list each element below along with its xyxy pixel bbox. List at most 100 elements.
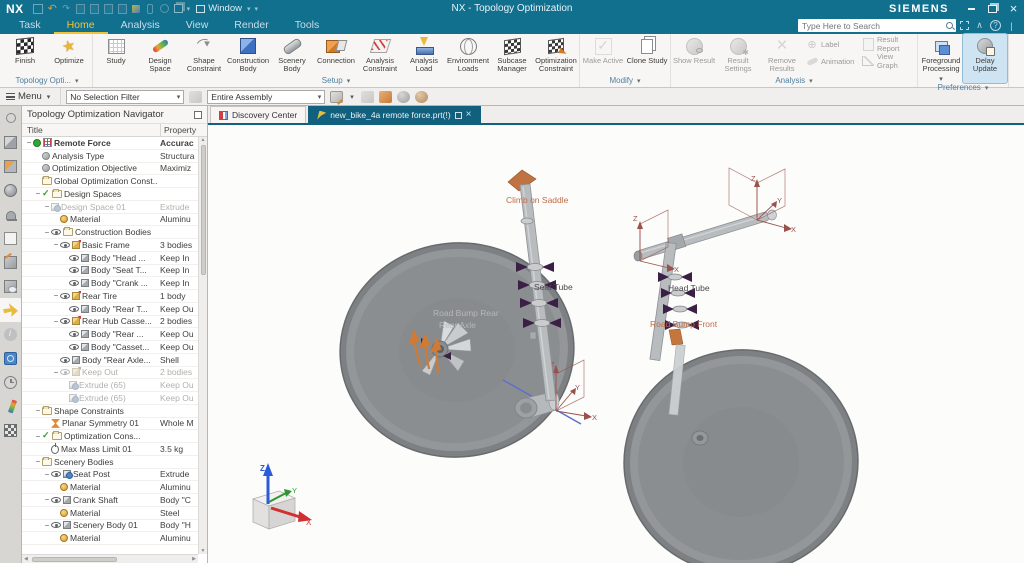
tree-row[interactable]: Rear Hub Casse...2 bodies [22, 316, 198, 329]
tree-row[interactable]: Extrude (65)Keep Ou [22, 379, 198, 392]
navigator-horizontal-scrollbar[interactable]: ◀ ▶ [22, 554, 198, 563]
fullscreen-icon[interactable] [960, 21, 969, 30]
tree-row[interactable]: Optimization Cons... [22, 430, 198, 443]
vertical-scroll-thumb[interactable] [201, 145, 206, 275]
undo-icon[interactable] [46, 3, 59, 15]
assembly-constraints-button[interactable] [0, 154, 21, 178]
in-work-part-caret[interactable]: ▾ [348, 93, 356, 101]
selection-icon[interactable] [189, 91, 202, 103]
expander-icon[interactable] [43, 228, 51, 237]
tree-row[interactable]: Remote ForceAccurac [22, 137, 198, 150]
minimize-ribbon-icon[interactable]: ∧ [973, 20, 986, 31]
scroll-down-icon[interactable]: ▼ [201, 548, 206, 554]
navigator-column-header[interactable]: Title Property [22, 124, 207, 137]
connection-button[interactable]: Connection [314, 34, 358, 74]
menu-tab-analysis[interactable]: Analysis [108, 17, 173, 34]
tree-row[interactable]: Analysis TypeStructura [22, 150, 198, 163]
expander-icon[interactable] [52, 240, 60, 249]
design-space-button[interactable]: Design Space [138, 34, 182, 74]
expander-icon[interactable] [34, 457, 42, 466]
group-dialog-caret[interactable] [637, 76, 641, 85]
touch-icon[interactable] [158, 3, 171, 15]
visual-reports-button[interactable] [0, 394, 21, 418]
menu-button[interactable]: Menu ▾ [4, 88, 61, 105]
animation-button[interactable]: Animation [804, 55, 860, 67]
expander-icon[interactable] [52, 317, 60, 326]
save-icon[interactable] [32, 3, 45, 15]
tree-row[interactable]: MaterialAluminu [22, 532, 198, 545]
view-graph-button[interactable]: View Graph [860, 55, 916, 67]
expander-icon[interactable] [25, 138, 33, 147]
scroll-up-icon[interactable]: ▲ [201, 137, 206, 143]
redo-icon[interactable] [60, 3, 73, 15]
restore-button[interactable] [982, 0, 1003, 17]
tree-row[interactable]: Max Mass Limit 013.5 kg [22, 443, 198, 456]
close-button[interactable] [1003, 0, 1024, 17]
brush-dropdown-caret[interactable]: ▾ [185, 5, 193, 13]
duplicate-window-icon[interactable] [172, 3, 185, 15]
tree-row[interactable]: Optimization ObjectiveMaximiz [22, 163, 198, 176]
web-browser-button[interactable] [0, 346, 21, 370]
delay-update-button[interactable]: Delay Update [963, 34, 1007, 83]
help-icon[interactable]: ? [990, 20, 1001, 31]
optimize-button[interactable]: Optimize [47, 34, 91, 74]
menu-tab-task[interactable]: Task [6, 17, 54, 34]
scenery-body-button[interactable]: Scenery Body [270, 34, 314, 74]
navigator-vertical-scrollbar[interactable]: ▲ ▼ [198, 137, 207, 554]
group-dialog-caret[interactable] [809, 76, 813, 85]
tree-row[interactable]: Seat PostExtrude [22, 469, 198, 482]
column-property[interactable]: Property [160, 124, 207, 136]
selection-roller-button[interactable] [0, 106, 21, 130]
tree-row[interactable]: Planar Symmetry 01Whole M [22, 418, 198, 431]
result-report-button[interactable]: Result Report [860, 38, 916, 50]
label-button[interactable]: Label [804, 38, 860, 50]
simulation-button[interactable] [0, 178, 21, 202]
remove-results-button[interactable]: Remove Results [760, 34, 804, 74]
tree-row[interactable]: Crank ShaftBody "C [22, 494, 198, 507]
tree-row[interactable]: Basic Frame3 bodies [22, 239, 198, 252]
make-active-button[interactable]: Make Active [581, 34, 625, 74]
tree-row[interactable]: Construction Bodies [22, 226, 198, 239]
finish-button[interactable]: Finish [3, 34, 47, 74]
parts-library-button[interactable] [0, 226, 21, 250]
information-button[interactable] [0, 322, 21, 346]
microphone-icon[interactable] [144, 3, 157, 15]
snap-point-icon[interactable] [379, 91, 392, 103]
utilities-button[interactable] [0, 418, 21, 442]
tree-row[interactable]: MaterialAluminu [22, 481, 198, 494]
format-brush-icon[interactable] [130, 3, 143, 15]
tree-row[interactable]: Body "Rear Axle...Shell [22, 354, 198, 367]
qat-overflow-caret[interactable]: ▾ [253, 5, 261, 13]
selection-filter-dropdown[interactable]: No Selection Filter ▾ [66, 90, 184, 104]
tree-row[interactable]: Scenery Bodies [22, 456, 198, 469]
foreground-processing-button[interactable]: Foreground Processing [919, 34, 963, 83]
cut-icon[interactable] [74, 3, 87, 15]
close-tab-icon[interactable]: × [466, 111, 472, 119]
optimization-constraint-button[interactable]: Optimization Constraint [534, 34, 578, 74]
expander-icon[interactable] [34, 189, 42, 198]
menu-tab-tools[interactable]: Tools [282, 17, 333, 34]
expander-icon[interactable] [34, 406, 42, 415]
tree-row[interactable]: Extrude (65)Keep Ou [22, 392, 198, 405]
menu-tab-render[interactable]: Render [221, 17, 281, 34]
analysis-constraint-button[interactable]: Analysis Constraint [358, 34, 402, 74]
menu-tab-view[interactable]: View [173, 17, 222, 34]
tree-row[interactable]: Shape Constraints [22, 405, 198, 418]
history-button[interactable] [0, 370, 21, 394]
tree-row[interactable]: Body "Seat T...Keep In [22, 265, 198, 278]
render-tool-icon[interactable] [415, 91, 428, 103]
tree-row[interactable]: Rear Tire1 body [22, 290, 198, 303]
tree-row[interactable]: Design Space 01Extrude [22, 201, 198, 214]
expander-icon[interactable] [43, 521, 51, 530]
notifications-button[interactable] [0, 202, 21, 226]
scroll-right-icon[interactable]: ▶ [192, 556, 198, 562]
search-icon[interactable] [944, 20, 956, 32]
topology-navigator-button[interactable] [0, 298, 21, 322]
show-result-button[interactable]: Show Result [672, 34, 716, 74]
copy-icon[interactable] [88, 3, 101, 15]
group-dialog-caret[interactable] [985, 83, 989, 92]
assembly-button[interactable] [0, 130, 21, 154]
analysis-load-button[interactable]: Analysis Load [402, 34, 446, 74]
graphics-window[interactable]: Discovery Centernew_bike_4a remote force… [208, 106, 1024, 563]
part-tab-new-bike-4a-remote-force-prt[interactable]: new_bike_4a remote force.prt(!)× [308, 106, 480, 123]
